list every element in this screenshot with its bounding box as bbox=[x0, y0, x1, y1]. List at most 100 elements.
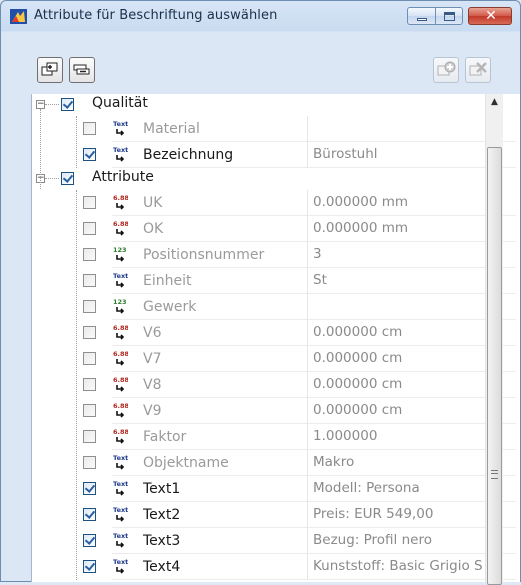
group-checkbox[interactable] bbox=[61, 98, 74, 111]
attribute-label: Text1 bbox=[143, 481, 181, 497]
attribute-tree[interactable]: − Qualität Text Material Text Bezeichnung Büro… bbox=[31, 94, 520, 582]
attribute-row[interactable]: 123 Gewerk bbox=[32, 294, 517, 320]
value-column-divider bbox=[307, 346, 308, 372]
attribute-row[interactable]: Text Text2 Preis: EUR 549,00 bbox=[32, 502, 517, 528]
value-column-divider bbox=[307, 476, 308, 502]
attribute-row[interactable]: 6.88 V6 0.000000 cm bbox=[32, 320, 517, 346]
number-type-icon: 6.88 bbox=[113, 350, 128, 366]
type-icon-glyph: Text bbox=[113, 454, 128, 462]
attribute-checkbox[interactable] bbox=[83, 122, 96, 135]
attribute-row[interactable]: Text Material bbox=[32, 116, 517, 142]
add-attribute-button[interactable] bbox=[433, 57, 459, 83]
attribute-label: Bezeichnung bbox=[143, 147, 234, 163]
vertical-scrollbar[interactable]: ▲ bbox=[485, 94, 503, 585]
minimize-button[interactable] bbox=[407, 7, 436, 25]
attribute-checkbox[interactable] bbox=[83, 352, 96, 365]
tree-group-row[interactable]: − Qualität bbox=[32, 94, 517, 116]
type-icon-glyph: Text bbox=[113, 558, 128, 566]
attribute-checkbox[interactable] bbox=[83, 378, 96, 391]
value-column-divider bbox=[307, 398, 308, 424]
text-type-icon: Text bbox=[113, 480, 128, 496]
attribute-label: Positionsnummer bbox=[143, 247, 265, 263]
value-column-divider bbox=[307, 294, 308, 320]
attribute-label: OK bbox=[143, 221, 164, 237]
attribute-checkbox[interactable] bbox=[83, 274, 96, 287]
attribute-row[interactable]: Text Bezeichnung Bürostuhl bbox=[32, 142, 517, 168]
tree-guide-line bbox=[76, 116, 77, 168]
type-icon-glyph: 6.88 bbox=[113, 428, 128, 436]
type-icon-glyph: 123 bbox=[113, 246, 127, 254]
attribute-checkbox[interactable] bbox=[83, 222, 96, 235]
title-bar[interactable]: Attribute für Beschriftung auswählen ✕ bbox=[1, 1, 520, 31]
expand-all-icon bbox=[41, 62, 58, 76]
attribute-row[interactable]: Text Einheit St bbox=[32, 268, 517, 294]
attribute-checkbox[interactable] bbox=[83, 148, 96, 161]
attribute-checkbox[interactable] bbox=[83, 300, 96, 313]
value-column-divider bbox=[307, 242, 308, 268]
toolbar bbox=[1, 51, 520, 87]
attribute-checkbox[interactable] bbox=[83, 482, 96, 495]
attribute-row[interactable]: 6.88 V9 0.000000 cm bbox=[32, 398, 517, 424]
minimize-icon bbox=[417, 18, 427, 21]
attribute-label: V6 bbox=[143, 325, 162, 341]
close-button[interactable]: ✕ bbox=[468, 7, 512, 25]
group-label: Qualität bbox=[92, 95, 148, 111]
number-type-icon: 6.88 bbox=[113, 194, 128, 210]
value-column-divider bbox=[307, 424, 308, 450]
attribute-checkbox[interactable] bbox=[83, 326, 96, 339]
collapse-all-button[interactable] bbox=[69, 57, 95, 83]
attribute-checkbox[interactable] bbox=[83, 456, 96, 469]
value-column-divider bbox=[307, 268, 308, 294]
scroll-up-arrow-icon[interactable]: ▲ bbox=[486, 94, 503, 111]
attribute-checkbox[interactable] bbox=[83, 508, 96, 521]
row-divider bbox=[112, 579, 516, 580]
attribute-row[interactable]: Text Objektname Makro bbox=[32, 450, 517, 476]
type-icon-glyph: Text bbox=[113, 480, 128, 488]
expand-all-button[interactable] bbox=[37, 57, 63, 83]
app-logo-icon bbox=[10, 9, 27, 24]
attribute-row[interactable]: 6.88 V8 0.000000 cm bbox=[32, 372, 517, 398]
number-type-icon: 6.88 bbox=[113, 376, 128, 392]
value-column-divider bbox=[307, 190, 308, 216]
attribute-row[interactable]: 6.88 UK 0.000000 mm bbox=[32, 190, 517, 216]
attribute-checkbox[interactable] bbox=[83, 196, 96, 209]
attribute-row[interactable]: 123 Positionsnummer 3 bbox=[32, 242, 517, 268]
attribute-checkbox[interactable] bbox=[83, 534, 96, 547]
type-icon-glyph: 6.88 bbox=[113, 220, 128, 228]
maximize-button[interactable] bbox=[435, 7, 463, 25]
attribute-label: Text4 bbox=[143, 559, 181, 575]
value-column-divider bbox=[307, 372, 308, 398]
remove-attribute-icon bbox=[469, 62, 487, 76]
attribute-row[interactable]: 6.88 Faktor 1.000000 bbox=[32, 424, 517, 450]
number-type-icon: 6.88 bbox=[113, 220, 128, 236]
attribute-row[interactable]: Text Text1 Modell: Persona bbox=[32, 476, 517, 502]
group-checkbox[interactable] bbox=[61, 172, 74, 185]
type-icon-glyph: Text bbox=[113, 532, 128, 540]
attribute-label: V7 bbox=[143, 351, 162, 367]
scrollbar-thumb[interactable] bbox=[487, 147, 502, 585]
attribute-checkbox[interactable] bbox=[83, 560, 96, 573]
attribute-row[interactable]: 6.88 OK 0.000000 mm bbox=[32, 216, 517, 242]
type-icon-glyph: 6.88 bbox=[113, 376, 128, 384]
attribute-checkbox[interactable] bbox=[83, 248, 96, 261]
attribute-row[interactable]: Text Text4 Kunststoff: Basic Grigio S bbox=[32, 554, 517, 580]
attribute-checkbox[interactable] bbox=[83, 404, 96, 417]
attribute-row[interactable]: 6.88 V7 0.000000 cm bbox=[32, 346, 517, 372]
tree-group-row[interactable]: − Attribute bbox=[32, 168, 517, 190]
attribute-label: Objektname bbox=[143, 455, 229, 471]
attribute-row[interactable]: Text Text3 Bezug: Profil nero bbox=[32, 528, 517, 554]
value-column-divider bbox=[307, 216, 308, 242]
type-icon-glyph: Text bbox=[113, 272, 128, 280]
remove-attribute-button[interactable] bbox=[465, 57, 491, 83]
tree-guide-line bbox=[76, 190, 77, 580]
text-type-icon: Text bbox=[113, 506, 128, 522]
number-type-icon: 6.88 bbox=[113, 324, 128, 340]
attribute-label: Gewerk bbox=[143, 299, 197, 315]
attribute-label: Text3 bbox=[143, 533, 181, 549]
type-icon-glyph: 6.88 bbox=[113, 350, 128, 358]
attribute-label: UK bbox=[143, 195, 163, 211]
attribute-checkbox[interactable] bbox=[83, 430, 96, 443]
collapse-toggle-icon[interactable]: − bbox=[36, 100, 45, 109]
value-column-divider bbox=[307, 142, 308, 168]
grip-icon bbox=[491, 470, 498, 479]
